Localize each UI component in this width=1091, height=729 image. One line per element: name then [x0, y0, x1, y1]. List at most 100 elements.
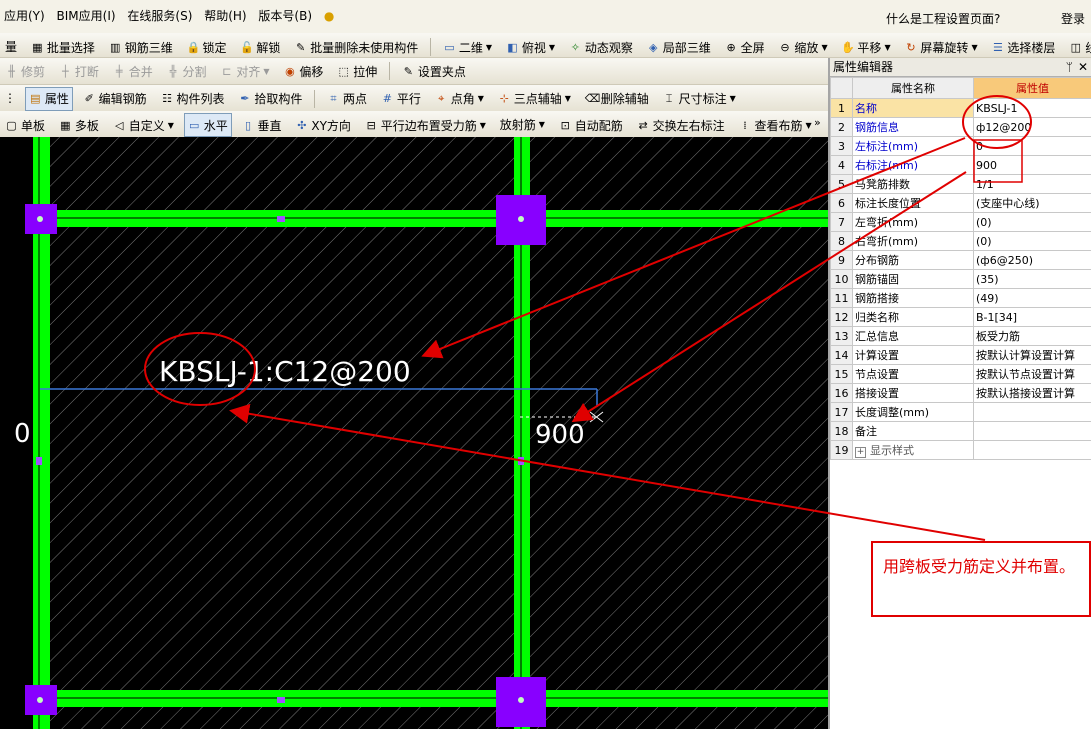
- zoom-button[interactable]: ⊖ 缩放 ▼: [774, 35, 831, 57]
- set-grip-button[interactable]: ✎ 设置夹点: [398, 59, 470, 83]
- property-row[interactable]: 15 节点设置 按默认节点设置计算: [830, 364, 1091, 384]
- menu-version[interactable]: 版本号(B): [254, 0, 316, 33]
- menu-online[interactable]: 在线服务(S): [123, 0, 196, 33]
- property-value[interactable]: 1/1: [973, 174, 1091, 194]
- property-row[interactable]: 17 长度调整(mm): [830, 402, 1091, 422]
- properties-button[interactable]: ▤ 属性: [24, 86, 73, 111]
- property-value[interactable]: KBSLJ-1: [973, 98, 1091, 118]
- property-value[interactable]: B-1[34]: [973, 307, 1091, 327]
- offset-button[interactable]: ◉ 偏移: [279, 59, 327, 83]
- property-row[interactable]: 10 钢筋锚固 (35): [830, 269, 1091, 289]
- dynamic-orbit-button[interactable]: ✧ 动态观察: [565, 35, 637, 57]
- stretch-button[interactable]: ⬚ 拉伸: [333, 59, 381, 83]
- property-name: 备注: [852, 421, 974, 441]
- property-row[interactable]: 18 备注: [830, 421, 1091, 441]
- delete-axis-button[interactable]: ⌫ 删除辅轴: [581, 87, 653, 111]
- property-row[interactable]: 16 搭接设置 按默认搭接设置计算: [830, 383, 1091, 403]
- merge-button[interactable]: ╪ 合并: [109, 59, 157, 83]
- custom-button[interactable]: ◁ 自定义 ▼: [109, 113, 178, 137]
- menu-help[interactable]: 帮助(H): [200, 0, 250, 33]
- property-value[interactable]: 900: [973, 155, 1091, 175]
- property-row[interactable]: 7 左弯折(mm) (0): [830, 212, 1091, 232]
- fullscreen-button[interactable]: ⊕ 全屏: [721, 35, 769, 57]
- property-row[interactable]: 1 名称 KBSLJ-1: [830, 98, 1091, 118]
- property-value[interactable]: (0): [973, 231, 1091, 251]
- vertical-button[interactable]: ▯ 垂直: [238, 113, 286, 137]
- close-icon[interactable]: ✕: [1078, 58, 1088, 76]
- property-row[interactable]: 3 左标注(mm) 0: [830, 136, 1091, 156]
- radial-rebar-button[interactable]: 放射筋 ▼: [496, 112, 549, 136]
- property-value[interactable]: (支座中心线): [973, 193, 1091, 213]
- 2d-button[interactable]: ▭ 二维 ▼: [439, 35, 496, 57]
- help-question-link[interactable]: 什么是工程设置页面?: [886, 10, 1000, 27]
- two-points-button[interactable]: ⌗ 两点: [323, 87, 371, 111]
- batch-select-button[interactable]: ▦ 批量选择: [27, 35, 99, 57]
- align-button[interactable]: ⊏ 对齐 ▼: [216, 59, 273, 83]
- property-value[interactable]: 0: [973, 136, 1091, 156]
- menu-bim[interactable]: BIM应用(I): [53, 0, 120, 33]
- select-floor-button[interactable]: ☰ 选择楼层: [987, 35, 1059, 57]
- view-rebar-button[interactable]: ⁞ 查看布筋 ▼: [734, 113, 815, 137]
- rebar-label[interactable]: KBSLJ-1:C12@200: [159, 355, 411, 388]
- property-value[interactable]: 按默认搭接设置计算: [973, 383, 1091, 403]
- property-row[interactable]: 4 右标注(mm) 900: [830, 155, 1091, 175]
- property-value[interactable]: 按默认计算设置计算: [973, 345, 1091, 365]
- pick-component-button[interactable]: ✒ 拾取构件: [234, 87, 306, 111]
- multi-slab-button[interactable]: ▦ 多板: [55, 113, 103, 137]
- rebar-3d-button[interactable]: ▥ 钢筋三维: [105, 35, 177, 57]
- property-row[interactable]: 13 汇总信息 板受力筋: [830, 326, 1091, 346]
- property-row[interactable]: 9 分布钢筋 (ф6@250): [830, 250, 1091, 270]
- login-link[interactable]: 登录: [1061, 10, 1085, 27]
- screen-rotate-button[interactable]: ↻ 屏幕旋转 ▼: [900, 35, 981, 57]
- property-value[interactable]: (0): [973, 212, 1091, 232]
- property-row[interactable]: 8 右弯折(mm) (0): [830, 231, 1091, 251]
- property-value[interactable]: 板受力筋: [973, 326, 1091, 346]
- batch-delete-button[interactable]: ✎ 批量删除未使用构件: [290, 35, 422, 57]
- xy-direction-button[interactable]: ✣ XY方向: [291, 113, 355, 137]
- row-number: 4: [830, 155, 853, 175]
- property-value[interactable]: (35): [973, 269, 1091, 289]
- toolbar-handle[interactable]: ⋮: [1, 86, 19, 110]
- point-angle-button[interactable]: ⌖ 点角 ▼: [431, 87, 488, 111]
- drawing-canvas[interactable]: KBSLJ-1:C12@200 0 900: [0, 137, 828, 729]
- property-row[interactable]: 12 归类名称 B-1[34]: [830, 307, 1091, 327]
- helmet-icon[interactable]: ●: [320, 0, 338, 33]
- property-value[interactable]: (ф6@250): [973, 250, 1091, 270]
- break-button[interactable]: ┼ 打断: [55, 59, 103, 83]
- single-slab-button[interactable]: ▢ 单板: [1, 113, 49, 137]
- property-row[interactable]: 5 马凳筋排数 1/1: [830, 174, 1091, 194]
- property-row[interactable]: 14 计算设置 按默认计算设置计算: [830, 345, 1091, 365]
- parallel-edge-button[interactable]: ⊟ 平行边布置受力筋 ▼: [361, 113, 490, 137]
- split-button[interactable]: ╬ 分割: [163, 59, 211, 83]
- dimension-button[interactable]: ⌶ 尺寸标注 ▼: [659, 87, 740, 111]
- top-view-button[interactable]: ◧ 俯视 ▼: [502, 35, 559, 57]
- swap-labels-button[interactable]: ⇄ 交换左右标注: [633, 113, 729, 137]
- local-3d-button[interactable]: ◈ 局部三维: [643, 35, 715, 57]
- expand-icon[interactable]: +: [855, 447, 866, 458]
- parallel-button[interactable]: # 平行: [377, 87, 425, 111]
- quantity-button[interactable]: 量: [1, 34, 21, 57]
- pan-button[interactable]: ✋ 平移 ▼: [837, 35, 894, 57]
- property-value[interactable]: (49): [973, 288, 1091, 308]
- auto-rebar-button[interactable]: ⊡ 自动配筋: [555, 113, 627, 137]
- edit-rebar-button[interactable]: ✐ 编辑钢筋: [79, 87, 151, 111]
- property-value[interactable]: [973, 402, 1091, 422]
- property-row[interactable]: 19 + 显示样式: [830, 440, 1091, 460]
- property-value[interactable]: ф12@200: [973, 117, 1091, 137]
- property-row[interactable]: 11 钢筋搭接 (49): [830, 288, 1091, 308]
- component-list-button[interactable]: ☷ 构件列表: [157, 87, 229, 111]
- property-value[interactable]: [973, 421, 1091, 441]
- unlock-button[interactable]: 🔓 解锁: [236, 35, 284, 57]
- horizontal-button[interactable]: ▭ 水平: [183, 113, 232, 137]
- toolbar-overflow-icon[interactable]: »: [814, 116, 821, 129]
- property-value[interactable]: 按默认节点设置计算: [973, 364, 1091, 384]
- lock-button[interactable]: 🔒 锁定: [183, 35, 231, 57]
- property-row[interactable]: 2 钢筋信息 ф12@200: [830, 117, 1091, 137]
- wireframe-button[interactable]: ◫线框: [1065, 35, 1091, 57]
- property-value[interactable]: [973, 440, 1091, 460]
- trim-button[interactable]: ╫ 修剪: [1, 59, 49, 83]
- menu-app[interactable]: 应用(Y): [0, 0, 49, 33]
- property-row[interactable]: 6 标注长度位置 (支座中心线): [830, 193, 1091, 213]
- three-point-axis-button[interactable]: ⊹ 三点辅轴 ▼: [494, 87, 575, 111]
- pin-icon[interactable]: ᛘ: [1066, 58, 1073, 76]
